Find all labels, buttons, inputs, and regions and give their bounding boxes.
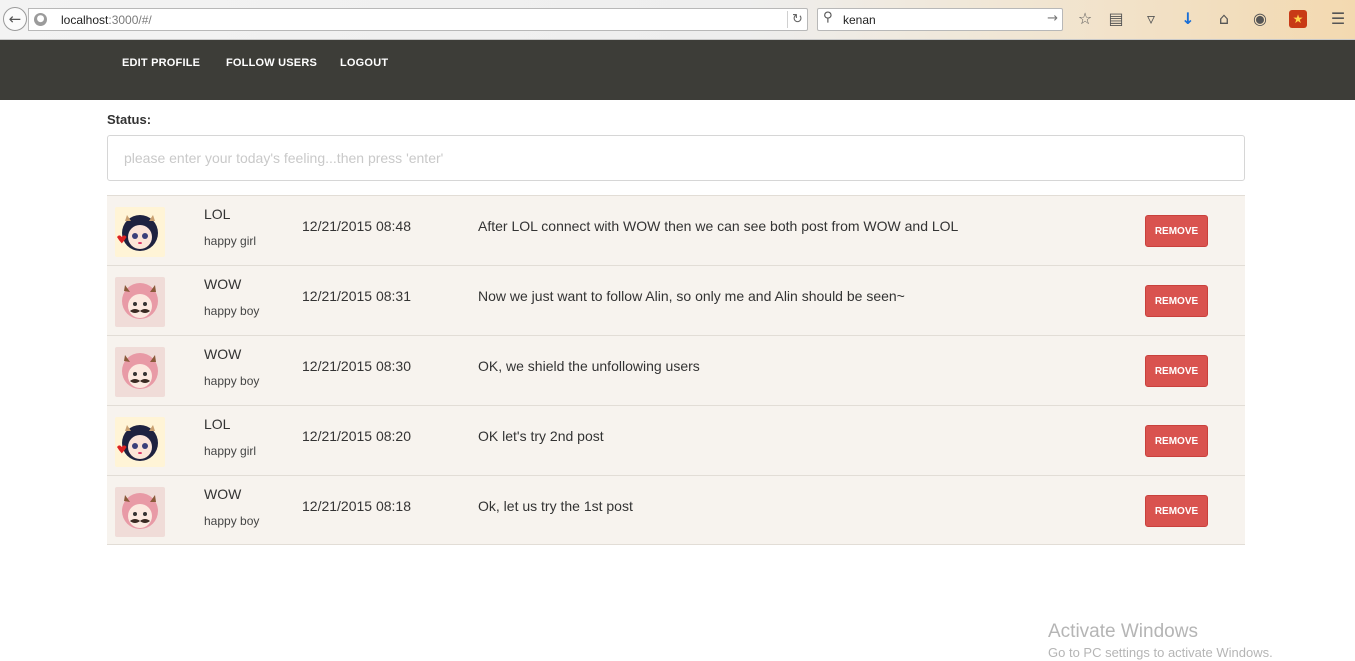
status-label: Status:	[107, 112, 152, 127]
post-mood: happy boy	[204, 304, 260, 318]
girl-avatar	[115, 207, 165, 257]
activate-windows-subtitle: Go to PC settings to activate Windows.	[1048, 645, 1273, 660]
menu-icon[interactable]: ☰	[1327, 8, 1349, 30]
bookmark-star-icon[interactable]: ☆	[1074, 8, 1096, 30]
post-username: WOW	[204, 276, 242, 292]
post-username: WOW	[204, 486, 242, 502]
globe-icon: ●	[34, 13, 47, 26]
back-arrow-icon[interactable]: ←	[3, 7, 27, 31]
nav-logout[interactable]: LOGOUT	[340, 57, 388, 69]
post-username: WOW	[204, 346, 242, 362]
browser-toolbar: ← ● localhost:3000/#/ ↻ ⚲ kenan → ☆ ▤ ▿ …	[0, 0, 1355, 40]
post-time: 12/21/2015 08:18	[302, 498, 411, 514]
girl-avatar	[115, 417, 165, 467]
search-query: kenan	[843, 13, 876, 27]
download-icon[interactable]: ↓	[1177, 8, 1199, 30]
post-username: LOL	[204, 416, 231, 432]
post-username: LOL	[204, 206, 231, 222]
post-text: Ok, let us try the 1st post	[478, 498, 633, 514]
search-go-arrow-icon[interactable]: →	[1047, 11, 1058, 26]
reading-list-icon[interactable]: ▤	[1105, 8, 1127, 30]
reload-icon[interactable]: ↻	[787, 11, 807, 28]
remove-button[interactable]: REMOVE	[1145, 355, 1208, 387]
nav-edit-profile[interactable]: EDIT PROFILE	[122, 57, 200, 69]
post-mood: happy girl	[204, 234, 257, 248]
post-row: WOW happy boy 12/21/2015 08:30 OK, we sh…	[107, 335, 1245, 405]
extension-icon[interactable]: ★	[1289, 10, 1307, 28]
post-time: 12/21/2015 08:30	[302, 358, 411, 374]
post-time: 12/21/2015 08:48	[302, 218, 411, 234]
url-text: localhost:3000/#/	[61, 13, 152, 27]
home-icon[interactable]: ⌂	[1213, 8, 1235, 30]
app-navbar: EDIT PROFILE FOLLOW USERS LOGOUT	[0, 40, 1355, 100]
search-icon: ⚲	[823, 10, 833, 25]
post-time: 12/21/2015 08:31	[302, 288, 411, 304]
post-mood: happy girl	[204, 444, 257, 458]
post-text: OK, we shield the unfollowing users	[478, 358, 700, 374]
post-mood: happy boy	[204, 514, 260, 528]
post-text: OK let's try 2nd post	[478, 428, 604, 444]
nav-follow-users[interactable]: FOLLOW USERS	[226, 57, 317, 69]
remove-button[interactable]: REMOVE	[1145, 285, 1208, 317]
post-text: After LOL connect with WOW then we can s…	[478, 218, 959, 234]
chat-icon[interactable]: ◉	[1249, 8, 1271, 30]
address-bar[interactable]: ● localhost:3000/#/ ↻	[28, 8, 808, 31]
boy-avatar	[115, 347, 165, 397]
boy-avatar	[115, 277, 165, 327]
post-time: 12/21/2015 08:20	[302, 428, 411, 444]
post-row: WOW happy boy 12/21/2015 08:31 Now we ju…	[107, 265, 1245, 335]
remove-button[interactable]: REMOVE	[1145, 495, 1208, 527]
remove-button[interactable]: REMOVE	[1145, 425, 1208, 457]
pocket-icon[interactable]: ▿	[1140, 8, 1162, 30]
remove-button[interactable]: REMOVE	[1145, 215, 1208, 247]
post-row: LOL happy girl 12/21/2015 08:48 After LO…	[107, 195, 1245, 265]
post-row: WOW happy boy 12/21/2015 08:18 Ok, let u…	[107, 475, 1245, 545]
activate-windows-title: Activate Windows	[1048, 621, 1198, 642]
status-input[interactable]	[107, 135, 1245, 181]
boy-avatar	[115, 487, 165, 537]
post-mood: happy boy	[204, 374, 260, 388]
post-list: LOL happy girl 12/21/2015 08:48 After LO…	[107, 195, 1245, 545]
browser-search-box[interactable]: ⚲ kenan →	[817, 8, 1063, 31]
post-row: LOL happy girl 12/21/2015 08:20 OK let's…	[107, 405, 1245, 475]
post-text: Now we just want to follow Alin, so only…	[478, 288, 905, 304]
